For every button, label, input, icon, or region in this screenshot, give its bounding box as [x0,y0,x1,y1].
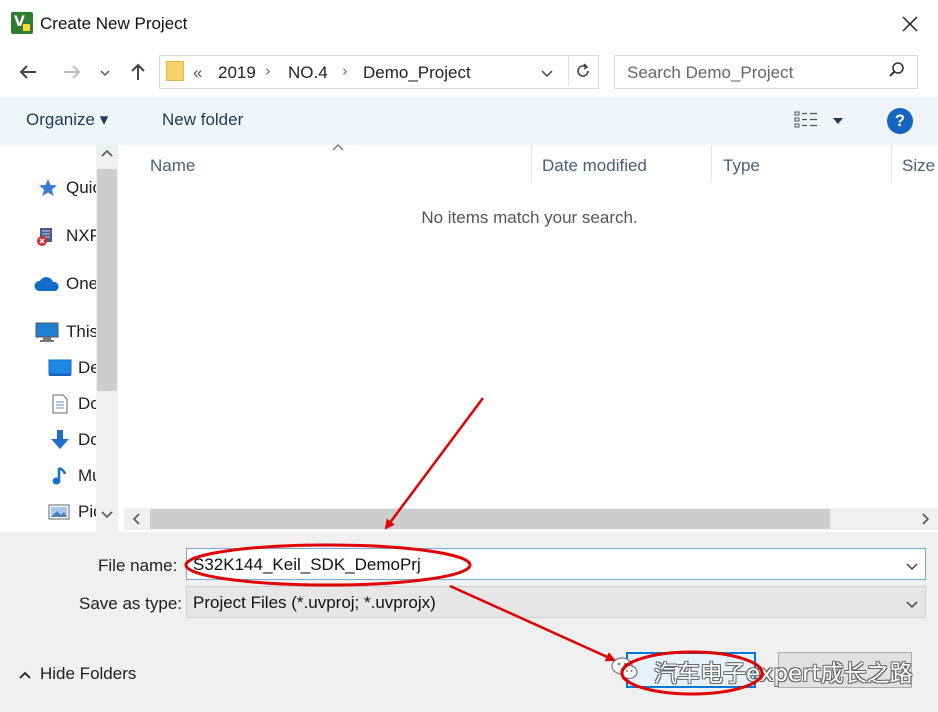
view-options-icon[interactable] [794,110,818,130]
refresh-icon [577,63,589,77]
refresh-button[interactable] [568,56,597,86]
search-icon [887,60,907,85]
address-dropdown-button[interactable] [540,60,554,84]
window-title: Create New Project [40,14,188,33]
breadcrumb-no4[interactable]: NO.4 [288,63,328,83]
file-name-dropdown-button[interactable] [905,553,919,577]
nxp-icon [37,228,52,246]
close-button[interactable] [892,6,928,42]
empty-message: No items match your search. [421,208,638,227]
hide-folders-label: Hide Folders [40,664,137,683]
new-folder-button[interactable]: New folder [162,110,243,130]
breadcrumb-separator: › [342,62,348,80]
sidebar-item-music[interactable]: Music [0,460,100,492]
search-input[interactable]: Search Demo_Project [614,55,918,89]
column-header-size[interactable]: Size [902,156,935,176]
title-bar: V Create New Project [0,0,938,48]
picture-icon [48,504,70,520]
help-icon[interactable]: ? [887,108,913,134]
document-icon [52,394,68,414]
chevron-down-icon [541,70,553,78]
forward-button[interactable] [58,58,86,86]
file-list[interactable]: Name Date modified Type Size No items ma… [121,144,938,532]
sidebar-item-quick-access[interactable]: Quick access [0,172,100,204]
column-divider[interactable] [711,145,712,183]
recent-locations-button[interactable] [94,58,116,86]
watermark-text: 汽车电子expert成长之路 [654,661,913,687]
up-arrow-icon [131,63,145,80]
column-divider[interactable] [531,145,532,183]
column-header-type[interactable]: Type [723,156,760,176]
star-icon [39,179,57,196]
sidebar-item-label: OneDrive [66,274,100,293]
sidebar-scrollbar[interactable] [96,145,118,532]
breadcrumb-2019[interactable]: 2019 [218,63,256,83]
save-as-type-dropdown-button[interactable] [905,591,919,615]
sidebar-item-nxp[interactable]: NXP [0,220,100,252]
column-header-name[interactable]: Name [150,156,195,176]
download-icon [51,430,69,449]
save-as-type-value: Project Files (*.uvproj; *.uvprojx) [193,593,436,612]
cloud-icon [34,277,59,291]
breadcrumb-demo-project[interactable]: Demo_Project [363,63,471,83]
chevron-down-icon [100,70,110,77]
close-icon [902,16,918,32]
scroll-up-icon[interactable] [100,147,114,164]
sidebar-item-desktop[interactable]: Desktop [0,352,100,384]
computer-icon [35,322,59,342]
horizontal-scrollbar[interactable] [124,508,938,530]
uvision-icon: V [11,12,33,34]
chevron-down-icon [906,563,918,571]
column-header-date-modified[interactable]: Date modified [542,156,647,176]
sidebar-item-downloads[interactable]: Downloads [0,424,100,456]
save-as-type-label: Save as type: [79,594,183,613]
scroll-down-icon[interactable] [100,507,114,524]
music-icon [52,466,67,485]
sidebar-item-label: Quick access [66,178,100,197]
chevron-up-icon [19,671,31,679]
sidebar-item-this-pc[interactable]: This PC [0,316,100,348]
up-button[interactable] [124,58,152,86]
sort-ascending-icon [331,141,345,157]
breadcrumb-overflow[interactable]: « [193,63,202,83]
sidebar-item-label: NXP [66,226,100,245]
toolbar: Organize ▾ New folder ? [0,97,938,145]
watermark: 汽车电子expert成长之路 [604,648,914,692]
hide-folders-button[interactable]: Hide Folders [18,664,136,684]
back-button[interactable] [14,58,42,86]
forward-arrow-icon [64,65,81,79]
scrollbar-thumb[interactable] [150,509,830,529]
search-placeholder: Search Demo_Project [627,63,794,82]
chevron-down-icon [906,601,918,609]
scroll-left-icon[interactable] [130,509,144,533]
wechat-icon [611,657,638,680]
scroll-right-icon[interactable] [918,509,932,533]
save-as-type-select[interactable]: Project Files (*.uvproj; *.uvprojx) [186,586,926,618]
file-name-input[interactable]: S32K144_Keil_SDK_DemoPrj [186,548,926,580]
caret-down-icon [833,118,843,124]
view-dropdown-button[interactable] [832,109,844,131]
sidebar-item-pictures[interactable]: Pictures [0,496,100,528]
file-name-value: S32K144_Keil_SDK_DemoPrj [193,555,421,574]
file-name-label: File name: [98,556,178,575]
back-arrow-icon [19,65,36,79]
organize-menu[interactable]: Organize ▾ [26,110,108,130]
column-divider[interactable] [891,145,892,183]
breadcrumb-separator: › [265,62,271,80]
sidebar-item-label: This PC [66,322,100,341]
sidebar-item-onedrive[interactable]: OneDrive [0,268,100,300]
folder-icon [166,61,184,81]
address-bar[interactable]: « 2019 › NO.4 › Demo_Project [159,55,599,89]
sidebar-item-documents[interactable]: Documents [0,388,100,420]
scrollbar-thumb[interactable] [97,169,117,391]
desktop-icon [48,359,72,376]
